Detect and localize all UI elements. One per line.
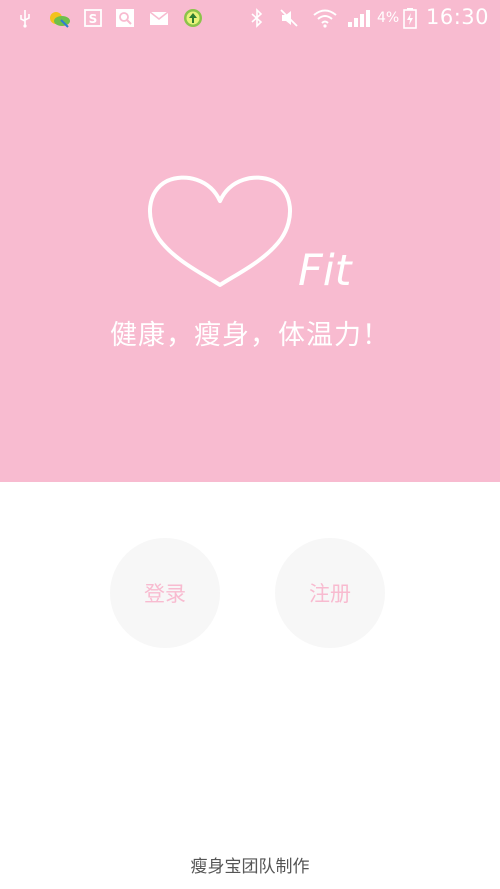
status-bar: S 4% 16:30 xyxy=(0,0,500,36)
heart-logo-icon xyxy=(147,175,293,287)
app-s-icon: S xyxy=(84,9,102,27)
upload-icon xyxy=(184,9,202,27)
logo-wordmark: Fit xyxy=(298,246,352,296)
mail-icon xyxy=(149,11,169,25)
mute-icon xyxy=(280,9,298,27)
search-app-icon xyxy=(116,9,134,27)
login-button[interactable]: 登录 xyxy=(110,538,220,648)
clock: 16:30 xyxy=(426,5,490,29)
svg-text:S: S xyxy=(89,12,98,26)
app-screen: S 4% 16:30 Fit 健康，瘦身，体温力！ 登录 注册 瘦身宝团队制作 xyxy=(0,0,500,889)
bluetooth-icon xyxy=(251,8,263,28)
hero-banner: S 4% 16:30 Fit 健康，瘦身，体温力！ xyxy=(0,0,500,482)
battery-percent: 4% xyxy=(377,10,400,26)
battery-charging-icon xyxy=(403,8,417,29)
register-button[interactable]: 注册 xyxy=(275,538,385,648)
footer-credit: 瘦身宝团队制作 xyxy=(190,857,310,877)
slogan: 健康，瘦身，体温力！ xyxy=(110,320,390,351)
signal-icon xyxy=(348,10,370,27)
wifi-icon xyxy=(313,9,337,28)
usb-icon xyxy=(20,10,30,28)
weather-icon xyxy=(50,12,70,28)
